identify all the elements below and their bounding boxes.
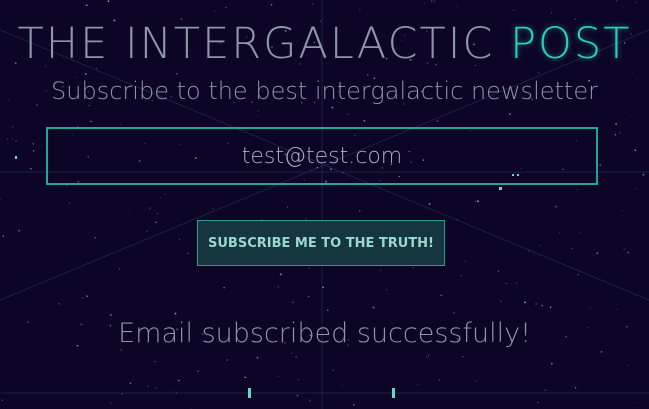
site-title: THE INTERGALACTIC POST xyxy=(0,18,649,70)
status-message: Email subscribed successfully! xyxy=(118,318,531,349)
site-subtitle: Subscribe to the best intergalactic news… xyxy=(51,77,598,105)
email-field[interactable] xyxy=(46,127,598,185)
subscribe-button[interactable]: SUBSCRIBE ME TO THE TRUTH! xyxy=(197,220,445,266)
site-title-accent: POST xyxy=(510,19,632,69)
site-title-main: THE INTERGALACTIC xyxy=(17,19,495,69)
